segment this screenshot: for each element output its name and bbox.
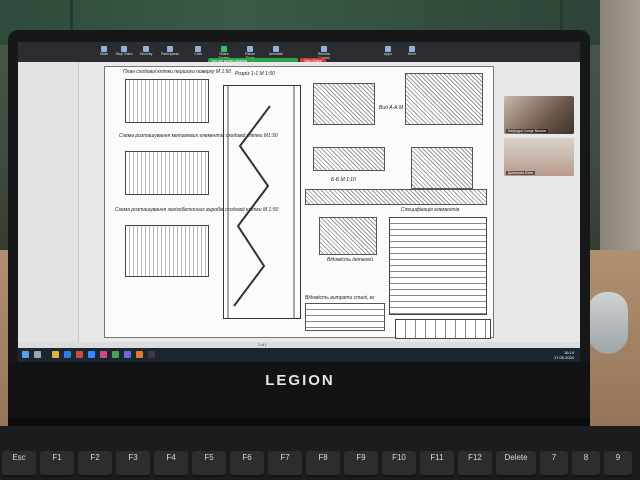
- key-f12[interactable]: F12: [458, 451, 492, 477]
- search-icon[interactable]: [34, 351, 41, 358]
- key-esc[interactable]: Esc: [2, 451, 36, 477]
- key-9[interactable]: 9: [604, 451, 632, 477]
- participant-video[interactable]: Кафедра Сонце Вишня: [504, 96, 574, 134]
- table-title: Відомість деталей: [327, 257, 373, 263]
- key-f3[interactable]: F3: [116, 451, 150, 477]
- app-icon[interactable]: [100, 351, 107, 358]
- app-icon[interactable]: [112, 351, 119, 358]
- detail-view: [313, 83, 375, 125]
- chat-button[interactable]: Chat: [188, 46, 208, 56]
- floor-plan: [125, 225, 209, 277]
- title-block: [395, 319, 491, 339]
- app-icon[interactable]: [124, 351, 131, 358]
- key-delete[interactable]: Delete: [496, 451, 536, 477]
- participants-button[interactable]: Participants: [160, 46, 180, 56]
- system-clock[interactable]: 16:14 17.05.2024: [554, 350, 574, 360]
- key-f8[interactable]: F8: [306, 451, 340, 477]
- key-f6[interactable]: F6: [230, 451, 264, 477]
- key-f4[interactable]: F4: [154, 451, 188, 477]
- floor-plan: [125, 79, 209, 123]
- detail-title: Б-Б М 1:10: [331, 177, 356, 183]
- mute-button[interactable]: Mute: [94, 46, 114, 56]
- key-f10[interactable]: F10: [382, 451, 416, 477]
- laptop-screen: Mute Stop Video Security Participants Ch…: [18, 42, 580, 362]
- spec-title: Специфікація елементів: [401, 207, 460, 213]
- stop-video-button[interactable]: Stop Video: [114, 46, 134, 56]
- participant-video[interactable]: Дмитрова Юлія: [504, 138, 574, 176]
- pdf-app-icon[interactable]: [136, 351, 143, 358]
- key-f11[interactable]: F11: [420, 451, 454, 477]
- key-f7[interactable]: F7: [268, 451, 302, 477]
- key-8[interactable]: 8: [572, 451, 600, 477]
- key-f5[interactable]: F5: [192, 451, 226, 477]
- detail-view: [405, 73, 483, 125]
- start-icon[interactable]: [22, 351, 29, 358]
- laptop-hinge: [8, 418, 590, 426]
- brand-logo: LEGION: [265, 372, 335, 389]
- detail-view: [411, 147, 473, 189]
- table-title: Відомість витрати сталі, кг: [305, 295, 375, 301]
- security-button[interactable]: Security: [136, 46, 156, 56]
- detail-view: [305, 189, 487, 205]
- computer-mouse: [588, 292, 628, 354]
- floor-plan: [125, 151, 209, 195]
- function-key-row: Esc F1 F2 F3 F4 F5 F6 F7 F8 F9 F10 F11 F…: [0, 451, 640, 479]
- spec-table: [389, 217, 487, 315]
- plan-title: План сходової клітки першого поверху М 1…: [123, 69, 232, 75]
- key-f1[interactable]: F1: [40, 451, 74, 477]
- key-f9[interactable]: F9: [344, 451, 378, 477]
- screen-bezel: [8, 362, 590, 418]
- detail-view: [319, 217, 377, 255]
- annotate-button[interactable]: Annotate: [266, 46, 286, 56]
- explorer-icon[interactable]: [52, 351, 59, 358]
- apps-button[interactable]: Apps: [378, 46, 398, 56]
- key-7[interactable]: 7: [540, 451, 568, 477]
- stair-section: [223, 85, 301, 319]
- pdf-viewer: План сходової клітки першого поверху М 1…: [18, 62, 580, 342]
- meeting-toolbar: Mute Stop Video Security Participants Ch…: [18, 42, 580, 64]
- edge-icon[interactable]: [64, 351, 71, 358]
- drawing-sheet: План сходової клітки першого поверху М 1…: [104, 66, 494, 339]
- zoom-icon[interactable]: [88, 351, 95, 358]
- more-button[interactable]: More: [402, 46, 422, 56]
- app-icon[interactable]: [148, 351, 155, 358]
- page-indicator: 1 of 1: [258, 343, 267, 347]
- key-f2[interactable]: F2: [78, 451, 112, 477]
- pdf-sidebar: [18, 62, 79, 342]
- detail-view: [313, 147, 385, 171]
- chrome-icon[interactable]: [76, 351, 83, 358]
- section-title: Розріз 1-1 М 1:50: [235, 71, 275, 77]
- windows-taskbar: 16:14 17.05.2024: [18, 348, 580, 362]
- steel-table: [305, 303, 385, 331]
